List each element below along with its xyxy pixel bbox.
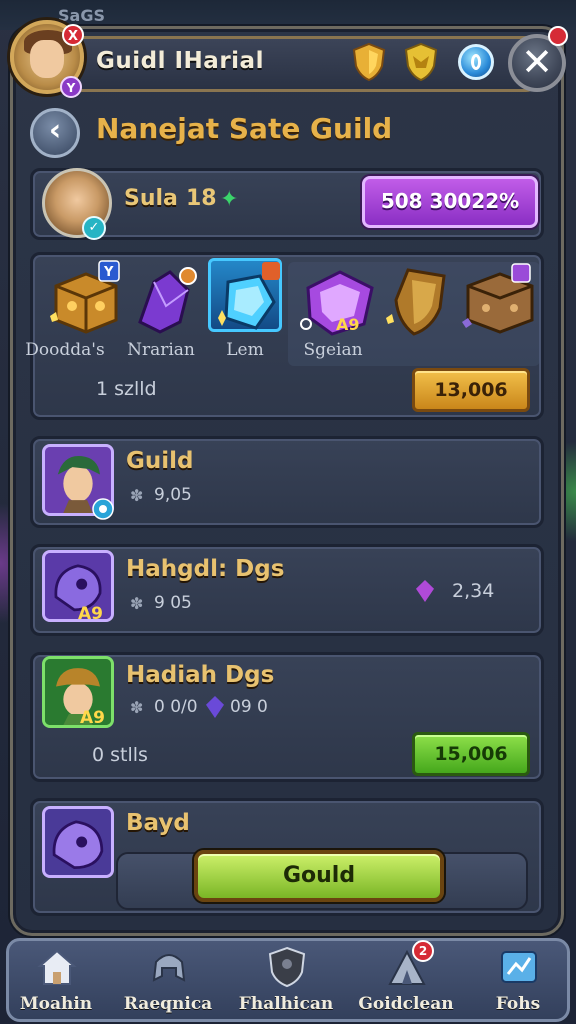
gold-value-button[interactable]: 13,006 [412, 368, 530, 412]
guild-name: Guild [126, 448, 194, 474]
items-count: 1 szlld [96, 378, 157, 400]
purple-crystal-icon[interactable] [126, 262, 206, 342]
item-badge-y: Y [98, 260, 120, 282]
map-icon [501, 951, 537, 983]
gold-shield-icon[interactable] [352, 42, 386, 82]
nav-label: Raeqnica [123, 994, 213, 1014]
item-label-lem: Lem [226, 340, 264, 360]
guild-badge: A9 [80, 708, 105, 728]
page-title: Nanejat Sate Guild [96, 112, 393, 145]
nav-item-fohs[interactable]: Fohs [468, 942, 568, 1020]
player-name: Sula [124, 186, 178, 211]
svg-text:A9: A9 [336, 315, 360, 334]
guild-badge: A9 [78, 604, 103, 624]
wooden-chest-icon[interactable] [460, 262, 540, 342]
gem-count: 2,34 [452, 580, 495, 602]
background-label: SaGS [58, 6, 105, 25]
member-icon: ✽ [130, 698, 144, 717]
guild-name: Hadiah Dgs [126, 662, 275, 688]
nav-label: Fhalhican [238, 994, 334, 1014]
verified-icon: ✓ [82, 216, 106, 240]
guild-footer: 0 stlls [92, 744, 148, 766]
nav-item-fhalhican[interactable]: Fhalhican [236, 942, 336, 1020]
helmet-icon [152, 954, 186, 982]
nav-item-goidclean[interactable]: Goidclean [356, 942, 456, 1020]
member-icon: ✽ [130, 594, 144, 613]
nav-item-raeqnica[interactable]: Raeqnica [118, 942, 218, 1020]
avatar-close-badge[interactable]: X [62, 24, 84, 46]
back-button[interactable]: ‹ [30, 108, 80, 158]
avatar-level-badge: Y [60, 76, 82, 98]
leaf-icon: ✦ [220, 187, 239, 212]
player-progress-bar[interactable]: 508 30022% [362, 176, 538, 228]
blue-gem-icon[interactable] [208, 262, 288, 342]
guild-stat-2: 09 0 [230, 697, 268, 717]
crest-shield-icon[interactable] [404, 42, 438, 82]
svg-text:Y: Y [103, 265, 114, 280]
member-icon: ✽ [130, 486, 144, 505]
nav-item-home[interactable]: Moahin [6, 942, 106, 1020]
shield-dark-icon [268, 946, 306, 988]
purple-crystal-box-icon[interactable]: A9 [300, 262, 380, 342]
purple-beast-icon [42, 806, 114, 878]
info-orb-icon[interactable] [458, 44, 494, 80]
guild-name: Hahgdl: Dgs [126, 556, 285, 582]
close-notification-dot [548, 26, 568, 46]
item-label-nrarian: Nrarian [127, 340, 195, 360]
nav-label: Goidclean [358, 994, 454, 1014]
guild-stat: 9 05 [154, 593, 192, 613]
golden-shield-icon[interactable] [378, 262, 458, 342]
guild-stat: 9,05 [154, 485, 192, 505]
home-icon [37, 949, 77, 985]
guild-name: Bayd [126, 810, 190, 836]
guild-stat: 0 0/0 [154, 697, 198, 717]
avatar-face [30, 40, 64, 78]
nav-label: Fohs [495, 994, 541, 1014]
gear-badge-icon [92, 498, 114, 520]
gould-button[interactable]: Gould [194, 850, 444, 902]
header-title: Guidl IHarial [96, 48, 264, 74]
nav-notification-badge: 2 [412, 940, 434, 962]
item-label-doodda: Doodda's [25, 340, 105, 360]
item-label-sgeian: Sgeian [303, 340, 363, 360]
nav-label: Moahin [19, 994, 93, 1014]
green-value-button[interactable]: 15,006 [412, 732, 530, 776]
player-level: 18 [186, 186, 217, 211]
